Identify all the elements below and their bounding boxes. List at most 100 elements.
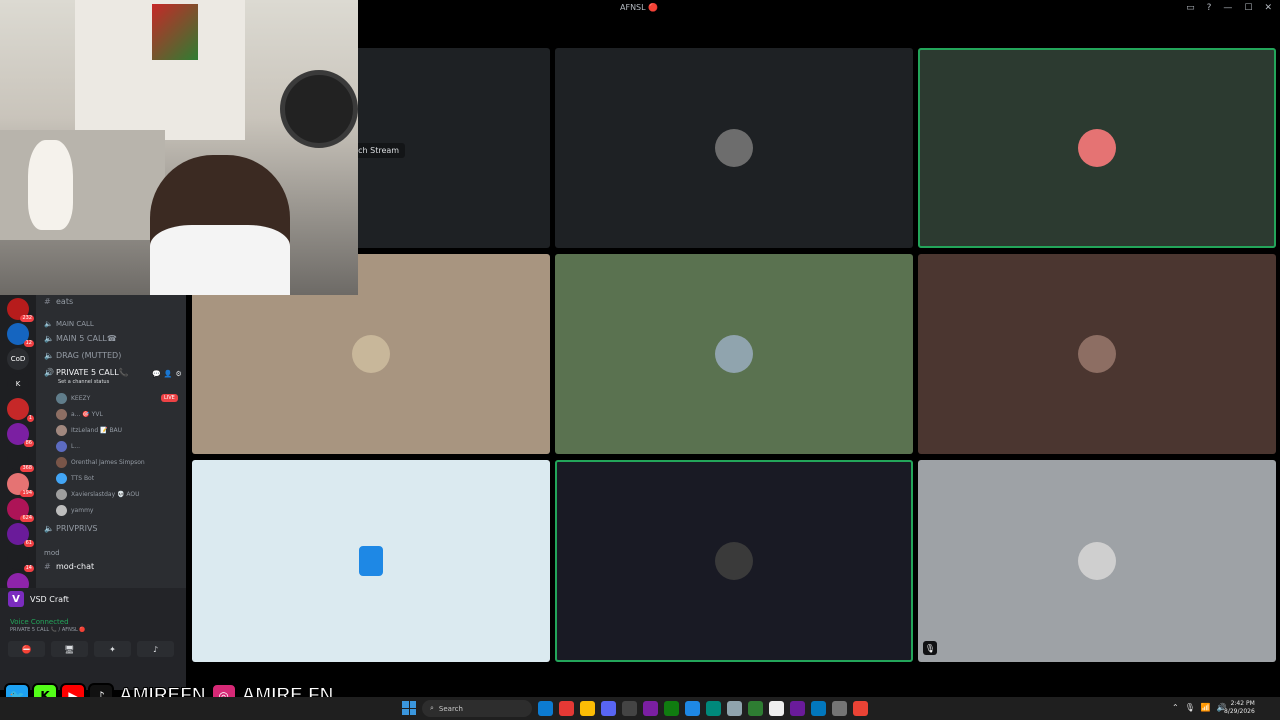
- invite-icon[interactable]: 👤: [164, 370, 173, 378]
- participant-avatar: [1078, 129, 1116, 167]
- hash-icon: #: [44, 562, 51, 571]
- voice-channel-path[interactable]: PRIVATE 5 CALL 📞 / AFNSL 🔴: [10, 627, 86, 633]
- chrome-icon[interactable]: [580, 701, 595, 716]
- mention-badge: 12: [23, 340, 34, 347]
- window-title: AFNSL 🔴: [620, 3, 659, 12]
- webcam-poster: [152, 4, 198, 60]
- settings-icon[interactable]: [832, 701, 847, 716]
- calculator-icon[interactable]: [622, 701, 637, 716]
- server-icon[interactable]: 1: [7, 398, 34, 422]
- discord-icon[interactable]: [601, 701, 616, 716]
- webcam-fan: [280, 70, 358, 148]
- chrome-icon[interactable]: [853, 701, 868, 716]
- server-label: CoD: [10, 355, 26, 363]
- app-icon[interactable]: [769, 701, 784, 716]
- server-icon[interactable]: 86: [7, 423, 34, 447]
- user-name: L...: [71, 443, 81, 450]
- user-avatar: [56, 473, 67, 484]
- app-icon[interactable]: [706, 701, 721, 716]
- channel-private-5-call[interactable]: 🔊 PRIVATE 5 CALL📞: [44, 368, 129, 377]
- help-icon[interactable]: ?: [1207, 3, 1212, 13]
- hash-icon: #: [44, 297, 51, 306]
- channel-privprivs[interactable]: 🔈 PRIVPRIVS: [44, 524, 98, 533]
- search-icon: ⌕: [430, 704, 434, 712]
- participant-tile[interactable]: [918, 460, 1276, 662]
- voice-user[interactable]: Orenthal James Simpson: [56, 457, 145, 468]
- inbox-icon[interactable]: ▭: [1186, 3, 1195, 13]
- chevron-up-icon[interactable]: ⌃: [1172, 703, 1179, 712]
- user-name: TTS Bot: [71, 475, 95, 482]
- voice-user[interactable]: a... 🎯 YVL: [56, 409, 103, 420]
- participant-avatar: [715, 542, 753, 580]
- app-icon[interactable]: [643, 701, 658, 716]
- server-icon[interactable]: 194: [7, 473, 34, 497]
- voice-user[interactable]: TTS Bot: [56, 473, 94, 484]
- server-icon[interactable]: 14: [7, 548, 34, 572]
- speaker-icon: 🔈: [44, 334, 54, 343]
- voice-user[interactable]: KEEZY: [56, 393, 90, 404]
- server-icon[interactable]: CoD: [7, 348, 29, 370]
- server-icon[interactable]: 624: [7, 498, 34, 522]
- category-main-call[interactable]: 🔈 MAIN CALL: [44, 320, 94, 328]
- start-button[interactable]: [402, 701, 416, 715]
- participant-tile[interactable]: [918, 254, 1276, 454]
- webcam-shirt: [150, 225, 290, 295]
- channel-main-5-call[interactable]: 🔈 MAIN 5 CALL☎: [44, 334, 117, 343]
- camera-off-button[interactable]: ⛔: [8, 641, 45, 657]
- app-icon[interactable]: [748, 701, 763, 716]
- app-icon[interactable]: [727, 701, 742, 716]
- server-icon[interactable]: 12: [7, 323, 34, 347]
- wifi-icon[interactable]: 📶: [1201, 703, 1211, 712]
- maximize-icon[interactable]: ☐: [1244, 3, 1252, 13]
- user-name: ItzLeland 📝 BAU: [71, 427, 123, 434]
- chat-icon[interactable]: 💬: [152, 370, 161, 378]
- voice-user[interactable]: yammy: [56, 505, 93, 516]
- taskbar-clock[interactable]: 2:42 PM 8/29/2026: [1224, 700, 1255, 716]
- user-name: a... 🎯 YVL: [71, 411, 103, 418]
- participant-tile-speaking[interactable]: [918, 48, 1276, 248]
- voice-controls: ⛔ 🖥 ✦ ♪: [8, 641, 174, 657]
- voice-user[interactable]: L...: [56, 441, 80, 452]
- taskbar-search[interactable]: ⌕ Search: [422, 700, 532, 717]
- user-avatar: [56, 489, 67, 500]
- activities-button[interactable]: ✦: [94, 641, 131, 657]
- channel-status-hint[interactable]: Set a channel status: [58, 379, 109, 385]
- server-icon[interactable]: 232: [7, 298, 34, 322]
- server-icon[interactable]: 368: [7, 448, 34, 472]
- participant-tile[interactable]: [555, 48, 913, 248]
- channel-eats[interactable]: # eats: [44, 297, 73, 306]
- participant-tile-speaking[interactable]: [555, 460, 913, 662]
- close-icon[interactable]: ✕: [1264, 3, 1272, 13]
- app-icon[interactable]: [685, 701, 700, 716]
- minimize-icon[interactable]: —: [1223, 3, 1232, 13]
- server-icon[interactable]: K: [7, 373, 29, 395]
- chrome-red-icon[interactable]: [559, 701, 574, 716]
- vsd-logo-icon: V: [8, 591, 24, 607]
- vsd-craft-banner[interactable]: V VSD Craft: [8, 591, 69, 607]
- mention-badge: 61: [23, 540, 34, 547]
- channel-mod-chat[interactable]: # mod-chat: [44, 562, 94, 571]
- user-name: Orenthal James Simpson: [71, 459, 145, 466]
- speaker-icon: 🔊: [44, 368, 54, 377]
- soundboard-button[interactable]: ♪: [137, 641, 174, 657]
- participant-tile[interactable]: [192, 460, 550, 662]
- webcam-bed: [0, 130, 165, 240]
- app-icon[interactable]: [811, 701, 826, 716]
- channel-drag[interactable]: 🔈 DRAG (MUTTED): [44, 351, 121, 360]
- edge-icon[interactable]: [538, 701, 553, 716]
- server-icon[interactable]: 61: [7, 523, 34, 547]
- speaker-icon: 🔈: [44, 524, 54, 533]
- category-mod[interactable]: mod: [44, 549, 60, 557]
- vsd-icon[interactable]: [790, 701, 805, 716]
- gear-icon[interactable]: ⚙: [175, 370, 181, 378]
- mic-icon[interactable]: 🎙: [1185, 703, 1195, 712]
- voice-user[interactable]: ItzLeland 📝 BAU: [56, 425, 122, 436]
- voice-status[interactable]: Voice Connected: [10, 618, 86, 626]
- screen-share-button[interactable]: 🖥: [51, 641, 88, 657]
- mention-badge: 86: [23, 440, 34, 447]
- xbox-icon[interactable]: [664, 701, 679, 716]
- mention-badge: 624: [20, 515, 34, 522]
- voice-user[interactable]: Xavierslastday 💀 AOU: [56, 489, 140, 500]
- server-label: K: [15, 380, 21, 388]
- participant-tile[interactable]: [555, 254, 913, 454]
